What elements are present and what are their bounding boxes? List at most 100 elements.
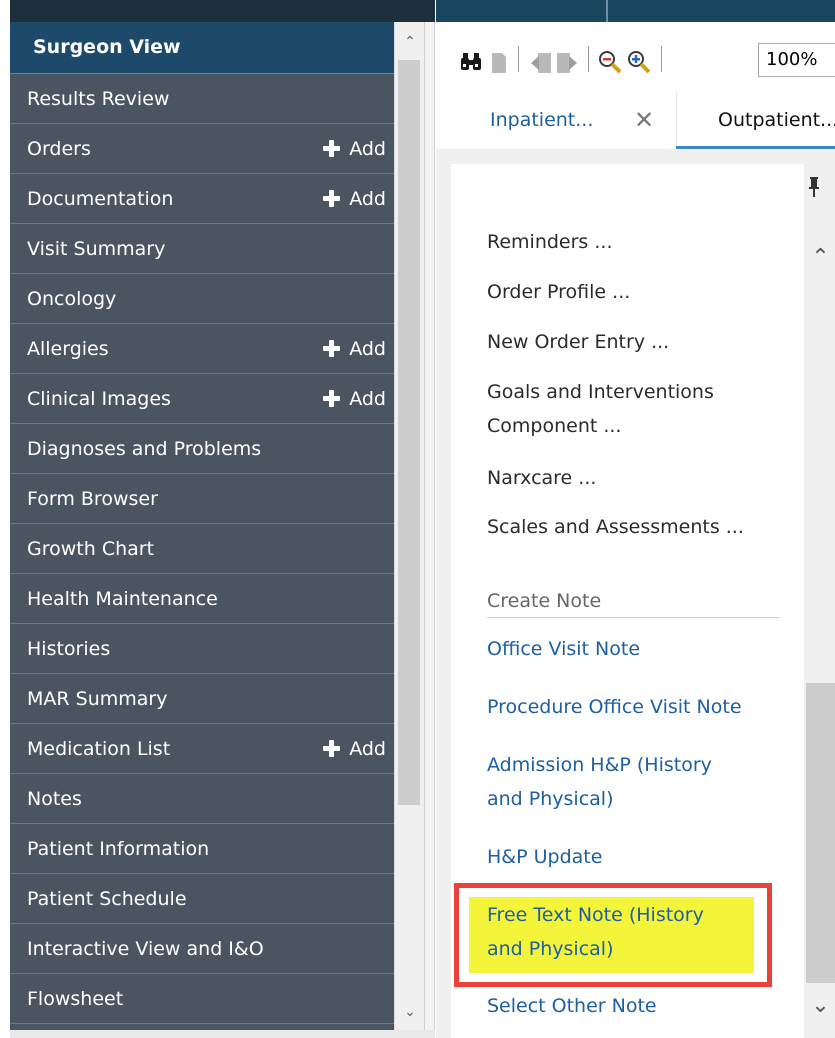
nav-item-label: Health Maintenance — [27, 588, 218, 610]
plus-icon — [323, 740, 341, 757]
zoom-in-icon[interactable] — [627, 50, 651, 74]
nav-item-label: Diagnoses and Problems — [27, 438, 262, 460]
toolbar-separator — [588, 46, 589, 72]
nav-item-label: Documentation — [27, 188, 174, 210]
tab-inpatient-label: Inpatient... — [490, 109, 594, 131]
plus-icon — [323, 390, 341, 407]
nav-top-strip — [10, 0, 435, 22]
nav-item[interactable]: Results Review — [10, 74, 394, 124]
nav-item[interactable]: Clinical Images Add — [10, 374, 394, 424]
content-scrollbar[interactable]: ⌃ ⌄ — [806, 215, 835, 1038]
link-admission-hp-line2[interactable]: and Physical) — [487, 782, 614, 816]
add-button[interactable]: Add — [323, 374, 386, 424]
close-icon[interactable]: ✕ — [634, 92, 654, 149]
link-new-order-entry[interactable]: New Order Entry ... — [487, 325, 669, 359]
create-note-heading: Create Note — [487, 590, 602, 612]
link-goals-interventions-line1[interactable]: Goals and Interventions — [487, 375, 714, 409]
nav-item[interactable]: Flowsheet — [10, 974, 394, 1024]
nav-item[interactable]: Form Browser — [10, 474, 394, 524]
add-label: Add — [349, 188, 386, 210]
nav-item-label: Results Review — [27, 88, 170, 110]
nav-item-label: Clinical Images — [27, 388, 171, 410]
nav-item-label: Histories — [27, 638, 111, 660]
nav-item-label: Growth Chart — [27, 538, 155, 560]
nav-item[interactable]: MAR Summary — [10, 674, 394, 724]
nav-item-label: Allergies — [27, 338, 109, 360]
plus-icon — [323, 190, 341, 207]
link-procedure-office-visit-note[interactable]: Procedure Office Visit Note — [487, 690, 742, 724]
nav-item-label: Orders — [27, 138, 91, 160]
nav-item-label: Oncology — [27, 288, 117, 310]
nav-list: Results Review Orders Add Documentation Add V… — [10, 74, 394, 1024]
page-icon[interactable] — [491, 52, 507, 74]
link-goals-interventions-line2[interactable]: Component ... — [487, 409, 621, 443]
link-hp-update[interactable]: H&P Update — [487, 840, 602, 874]
nav-item[interactable]: Diagnoses and Problems — [10, 424, 394, 474]
nav-item[interactable]: Documentation Add — [10, 174, 394, 224]
nav-item[interactable]: Growth Chart — [10, 524, 394, 574]
pin-icon[interactable] — [808, 176, 820, 198]
content-scroll-thumb[interactable] — [806, 683, 835, 983]
nav-item-label: MAR Summary — [27, 688, 168, 710]
add-button[interactable]: Add — [323, 124, 386, 174]
nav-scroll-down-icon[interactable]: ⌄ — [395, 1000, 425, 1024]
tab-inpatient[interactable]: Inpatient... ✕ — [488, 92, 658, 149]
add-label: Add — [349, 138, 386, 160]
nav-item[interactable]: Allergies Add — [10, 324, 394, 374]
link-select-other-note[interactable]: Select Other Note — [487, 989, 657, 1023]
nav-header-surgeon-view[interactable]: Surgeon View — [10, 22, 394, 74]
nav-item-label: Form Browser — [27, 488, 158, 510]
nav-item[interactable]: Orders Add — [10, 124, 394, 174]
nav-item-label: Interactive View and I&O — [27, 938, 264, 960]
window-edge — [0, 0, 10, 1038]
nav-scroll-up-icon[interactable]: ⌃ — [395, 30, 425, 54]
link-free-text-note-line2[interactable]: and Physical) — [487, 932, 614, 966]
content-scroll-up-icon[interactable]: ⌃ — [806, 245, 835, 270]
nav-item-label: Medication List — [27, 738, 171, 760]
nav-item-label: Flowsheet — [27, 988, 124, 1010]
plus-icon — [323, 140, 341, 157]
add-label: Add — [349, 738, 386, 760]
add-button[interactable]: Add — [323, 724, 386, 774]
nav-item[interactable]: Health Maintenance — [10, 574, 394, 624]
add-label: Add — [349, 388, 386, 410]
nav-item[interactable]: Oncology — [10, 274, 394, 324]
link-reminders[interactable]: Reminders ... — [487, 225, 613, 259]
link-narxcare[interactable]: Narxcare ... — [487, 461, 596, 495]
zoom-out-icon[interactable] — [598, 50, 622, 74]
link-admission-hp-line1[interactable]: Admission H&P (History — [487, 748, 712, 782]
toolbar-separator — [518, 46, 519, 72]
nav-item[interactable]: Medication List Add — [10, 724, 394, 774]
plus-icon — [323, 340, 341, 357]
nav-scrollbar[interactable]: ⌃ ⌄ — [394, 22, 424, 1030]
title-bar-separator — [606, 0, 608, 22]
binoculars-icon[interactable] — [460, 52, 482, 72]
content-scroll-down-icon[interactable]: ⌄ — [806, 993, 835, 1018]
add-button[interactable]: Add — [323, 174, 386, 224]
nav-item[interactable]: Patient Schedule — [10, 874, 394, 924]
section-divider — [487, 617, 779, 618]
nav-item[interactable]: Notes — [10, 774, 394, 824]
nav-item[interactable]: Visit Summary — [10, 224, 394, 274]
nav-item[interactable]: Histories — [10, 624, 394, 674]
link-order-profile[interactable]: Order Profile ... — [487, 275, 630, 309]
nav-panel: Surgeon View Results Review Orders Add Docu… — [10, 22, 394, 1030]
nav-item[interactable]: Patient Information — [10, 824, 394, 874]
toolbar-separator — [661, 46, 662, 72]
next-page-icon[interactable] — [556, 52, 578, 74]
nav-scroll-thumb[interactable] — [398, 60, 420, 805]
link-office-visit-note[interactable]: Office Visit Note — [487, 632, 640, 666]
prev-page-icon[interactable] — [530, 52, 552, 74]
add-button[interactable]: Add — [323, 324, 386, 374]
nav-item-label: Visit Summary — [27, 238, 166, 260]
nav-item[interactable]: Interactive View and I&O — [10, 924, 394, 974]
link-scales-assessments[interactable]: Scales and Assessments ... — [487, 510, 744, 544]
title-bar — [436, 0, 835, 22]
zoom-level-field[interactable]: 100% — [758, 43, 835, 77]
link-free-text-note-line1[interactable]: Free Text Note (History — [487, 898, 704, 932]
tab-outpatient[interactable]: Outpatient... — [676, 92, 835, 149]
nav-bottom-strip — [10, 1030, 435, 1038]
nav-item-label: Patient Schedule — [27, 888, 187, 910]
add-label: Add — [349, 338, 386, 360]
pane-divider[interactable] — [424, 22, 435, 1038]
